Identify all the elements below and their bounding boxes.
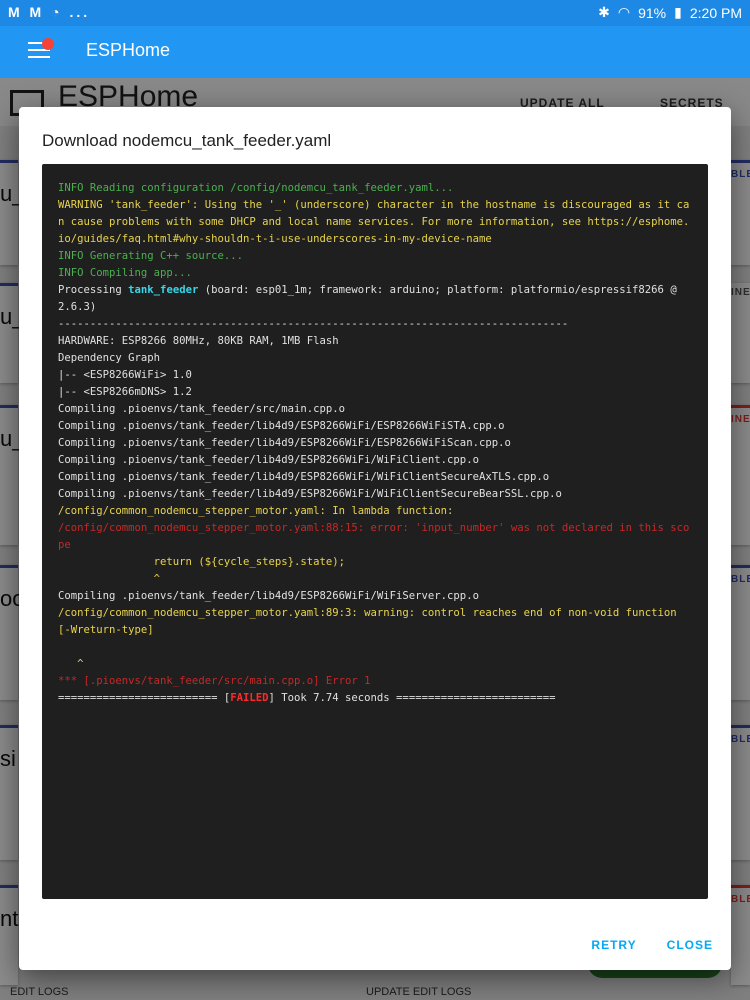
download-dialog: Download nodemcu_tank_feeder.yaml INFO R… bbox=[19, 107, 731, 970]
compile-log: INFO Reading configuration /config/nodem… bbox=[42, 164, 708, 899]
log-line: ----------------------------------------… bbox=[58, 318, 569, 330]
log-line: /config/common_nodemcu_stepper_motor.yam… bbox=[58, 522, 690, 551]
log-line: ^ bbox=[58, 573, 161, 585]
wifi-icon: ◠ bbox=[617, 4, 631, 20]
app-bar: ESPHome bbox=[0, 26, 750, 78]
log-line: Compiling .pioenvs/tank_feeder/lib4d9/ES… bbox=[58, 471, 550, 483]
log-line: ========================= [FAILED] Took … bbox=[58, 692, 556, 704]
log-line: /config/common_nodemcu_stepper_motor.yam… bbox=[58, 607, 684, 636]
log-line: *** [.pioenvs/tank_feeder/src/main.cpp.o… bbox=[58, 675, 371, 687]
log-line: Compiling .pioenvs/tank_feeder/lib4d9/ES… bbox=[58, 454, 479, 466]
status-right: ✱ ◠ 91% ▮ 2:20 PM bbox=[598, 4, 742, 21]
dialog-title: Download nodemcu_tank_feeder.yaml bbox=[42, 131, 332, 150]
log-line: ^ bbox=[58, 658, 84, 670]
bluetooth-icon: ✱ bbox=[598, 4, 610, 20]
log-line: /config/common_nodemcu_stepper_motor.yam… bbox=[58, 505, 454, 517]
log-line: WARNING 'tank_feeder': Using the '_' (un… bbox=[58, 199, 690, 245]
battery-level: 91% bbox=[638, 4, 667, 21]
log-line: INFO Compiling app... bbox=[58, 267, 192, 279]
log-line: Compiling .pioenvs/tank_feeder/src/main.… bbox=[58, 403, 346, 415]
log-line: INFO Generating C++ source... bbox=[58, 250, 243, 262]
dialog-actions: RETRY CLOSE bbox=[591, 938, 713, 952]
log-line: Dependency Graph bbox=[58, 352, 161, 364]
log-line: HARDWARE: ESP8266 80MHz, 80KB RAM, 1MB F… bbox=[58, 335, 339, 347]
log-line: Processing tank_feeder (board: esp01_1m;… bbox=[58, 284, 684, 313]
log-line: |-- <ESP8266WiFi> 1.0 bbox=[58, 369, 192, 381]
log-line: return (${cycle_steps}.state); bbox=[58, 556, 346, 568]
battery-icon: ▮ bbox=[674, 4, 682, 20]
failed-label: FAILED bbox=[230, 692, 269, 704]
retry-button[interactable]: RETRY bbox=[591, 938, 636, 952]
log-line: |-- <ESP8266mDNS> 1.2 bbox=[58, 386, 192, 398]
status-bar: M M ◔ ... ✱ ◠ 91% ▮ 2:20 PM bbox=[0, 0, 750, 26]
close-button[interactable]: CLOSE bbox=[667, 938, 713, 952]
clock: 2:20 PM bbox=[689, 4, 742, 21]
log-line: INFO Reading configuration /config/nodem… bbox=[58, 182, 454, 194]
app-title: ESPHome bbox=[86, 40, 171, 60]
log-line: Compiling .pioenvs/tank_feeder/lib4d9/ES… bbox=[58, 590, 479, 602]
log-line: Compiling .pioenvs/tank_feeder/lib4d9/ES… bbox=[58, 420, 505, 432]
log-line: Compiling .pioenvs/tank_feeder/lib4d9/ES… bbox=[58, 488, 562, 500]
notification-dot bbox=[42, 38, 54, 50]
log-line: Compiling .pioenvs/tank_feeder/lib4d9/ES… bbox=[58, 437, 511, 449]
notification-icons: M M ◔ ... bbox=[8, 4, 91, 20]
